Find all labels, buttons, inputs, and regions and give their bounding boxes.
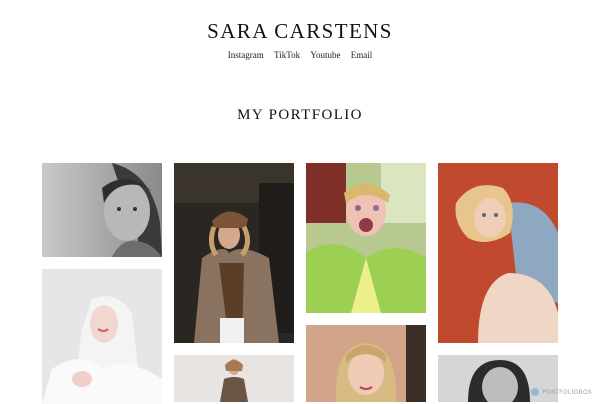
portfoliobox-badge[interactable]: PORTFOLIOBOX [531, 388, 592, 396]
nav-link-instagram[interactable]: Instagram [228, 50, 264, 60]
portfolio-title: MY PORTFOLIO [237, 107, 363, 123]
gallery-item-white-hair[interactable] [42, 269, 162, 404]
site-title[interactable]: SARA CARSTENS [0, 19, 600, 44]
photo-woman-green-jacket [306, 163, 426, 313]
photo-woman-blonde-bob [306, 325, 426, 402]
photo-woman-bw-portrait [42, 163, 162, 257]
portfoliobox-badge-label: PORTFOLIOBOX [542, 388, 592, 396]
nav-link-email[interactable]: Email [351, 50, 373, 60]
gallery-item-green-jacket[interactable] [306, 163, 426, 313]
gallery-item-blonde-bob[interactable] [306, 325, 426, 402]
photo-woman-white-hair [42, 269, 162, 404]
photo-woman-denim-red-background [438, 163, 558, 343]
photo-woman-brown-coat [174, 163, 294, 343]
gallery-item-brown-coat[interactable] [174, 163, 294, 343]
portfoliobox-logo-icon [531, 388, 540, 396]
gallery-item-denim-red[interactable] [438, 163, 558, 343]
nav-link-youtube[interactable]: Youtube [310, 50, 340, 60]
photo-woman-standing-blazer [174, 355, 294, 402]
social-nav: Instagram TikTok Youtube Email [0, 50, 600, 60]
nav-link-tiktok[interactable]: TikTok [274, 50, 300, 60]
gallery-item-bw-portrait[interactable] [42, 163, 162, 257]
gallery-item-standing-blazer[interactable] [174, 355, 294, 402]
